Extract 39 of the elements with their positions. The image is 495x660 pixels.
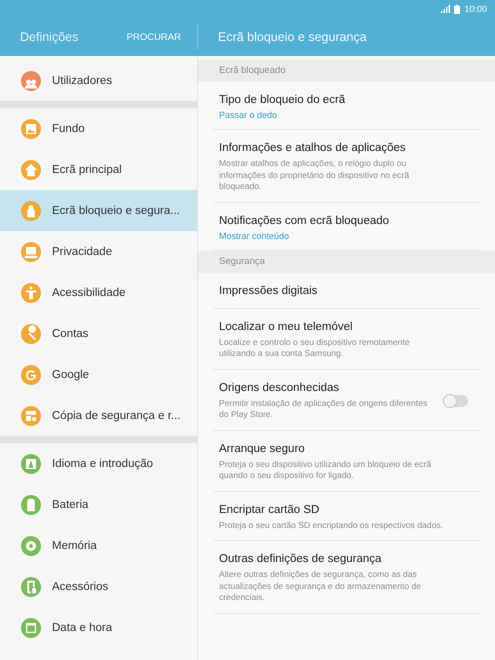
setting-title[interactable]: Notificações com ecrã bloqueado <box>219 214 474 228</box>
sidebar-item[interactable]: Ecrã bloqueio e segura... <box>0 190 197 231</box>
toggle-switch[interactable] <box>444 394 468 406</box>
setting-title[interactable]: Arranque seguro <box>219 442 474 456</box>
sidebar-item[interactable]: Google <box>0 354 197 395</box>
section-header: Segurança <box>198 250 495 272</box>
setting-summary: Permitir instalação de aplicações de origens diferentes do Play Store. <box>219 398 428 420</box>
sidebar-item[interactable]: Contas <box>0 313 197 354</box>
sidebar-item[interactable]: Acessórios <box>0 566 197 607</box>
sidebar-item[interactable]: Ecrã principal <box>0 149 197 190</box>
sidebar-item[interactable]: Fundo <box>0 108 197 149</box>
setting-title[interactable]: Informações e atalhos de aplicações <box>219 141 474 156</box>
setting-summary: Proteja o seu dispositivo utilizando um bloqueio de ecrã quando o seu dispositivo for ligado. <box>219 458 432 482</box>
sidebar-item[interactable]: Memória <box>0 525 197 566</box>
setting-title[interactable]: Tipo de bloqueio do ecrã <box>219 93 474 108</box>
section-header: Ecrã bloqueado <box>198 60 495 82</box>
signal-icon <box>441 5 450 13</box>
sidebar-item[interactable]: Utilizadores <box>0 60 197 101</box>
setting-summary: Localize e controlo o seu dispositivo remotamente utilizando a sua conta Samsung. <box>219 336 411 360</box>
setting-summary: Altere outras definições de segurança, como as das actualizações de segurança e do armazenamento de credenciais. <box>219 569 422 604</box>
battery-icon <box>454 4 460 14</box>
setting-title[interactable]: Localizar o meu telemóvel <box>219 320 474 334</box>
setting-value: Mostrar conteúdo <box>219 230 290 240</box>
sidebar-item[interactable]: Cópia de segurança e r... <box>0 395 197 436</box>
page-title: Ecrã bloqueio e segurança <box>218 30 367 44</box>
settings-title: Definições <box>20 30 78 44</box>
setting-title[interactable]: Impressões digitais <box>219 284 474 298</box>
status-time: 10:00 <box>464 4 487 14</box>
sidebar-item[interactable]: Data e hora <box>0 607 197 648</box>
sidebar-item[interactable]: Acessibilidade <box>0 272 197 313</box>
setting-summary: Proteja o seu cartão SD encriptando os respectivos dados. <box>219 520 444 531</box>
setting-title[interactable]: Encriptar cartão SD <box>219 502 474 518</box>
setting-value: Passar o dedo <box>219 110 278 120</box>
sidebar-item[interactable]: Privacidade <box>0 231 197 272</box>
setting-title[interactable]: Origens desconhecidas <box>219 380 434 396</box>
setting-summary: Mostrar atalhos de aplicações, o relógio duplo ou informações do proprietário do dispositivo no ecrã bloqueado. <box>219 158 410 192</box>
setting-title[interactable]: Outras definições de segurança <box>219 552 474 567</box>
sidebar-item[interactable]: Idioma e introdução <box>0 443 197 484</box>
sidebar-item[interactable]: Bateria <box>0 484 197 525</box>
